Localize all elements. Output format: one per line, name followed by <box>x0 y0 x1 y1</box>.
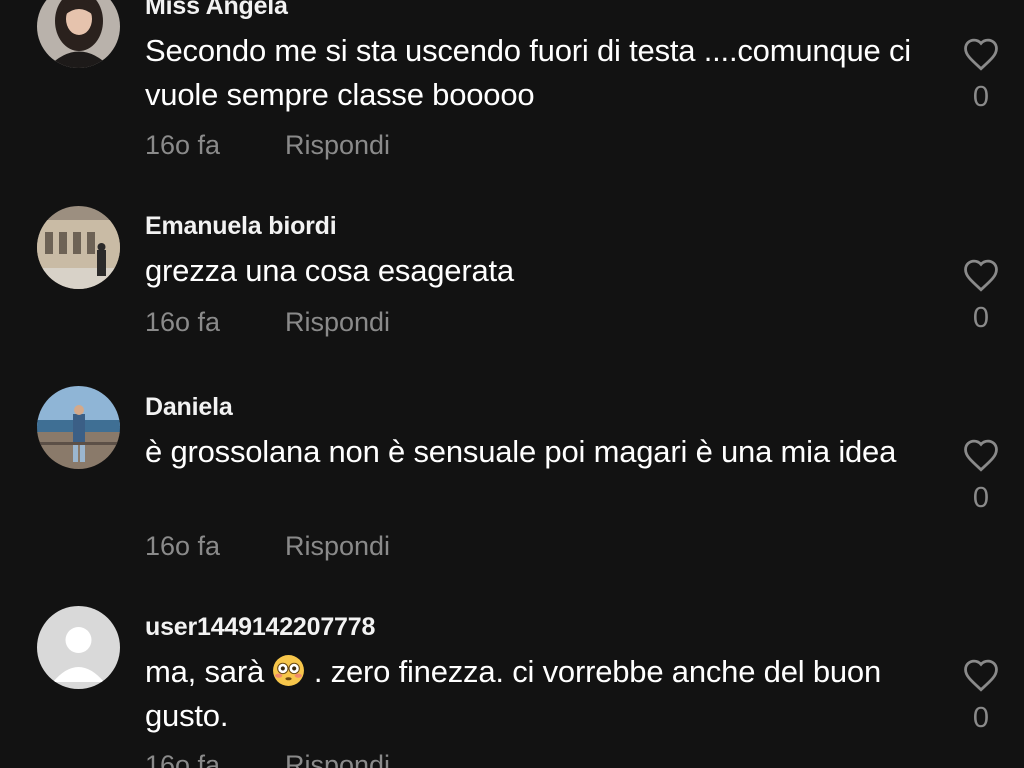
comment-meta: 16o fa Rispondi <box>145 307 390 338</box>
avatar[interactable] <box>37 206 120 289</box>
like-control[interactable]: 0 <box>958 658 1004 735</box>
comment-text: grezza una cosa esagerata <box>145 253 514 288</box>
comment-text: è grossolana non è sensuale poi magari è… <box>145 434 897 469</box>
heart-icon[interactable] <box>962 658 1000 692</box>
seaside-photo-avatar <box>37 386 120 469</box>
timestamp: 16o fa <box>145 307 221 337</box>
like-count: 0 <box>972 482 990 514</box>
comment-text-part: ma, sarà <box>145 654 273 689</box>
reply-button[interactable]: Rispondi <box>285 531 390 561</box>
like-control[interactable]: 0 <box>958 258 1004 335</box>
timestamp: 16o fa <box>145 531 221 561</box>
timestamp: 16o fa <box>145 130 221 160</box>
reply-button[interactable]: Rispondi <box>285 307 390 337</box>
comment-meta: 16o fa Rispondi <box>145 130 390 161</box>
like-count: 0 <box>972 302 990 334</box>
like-count: 0 <box>972 702 990 734</box>
default-user-avatar <box>37 606 120 689</box>
reply-button[interactable]: Rispondi <box>285 130 390 160</box>
comment-text: Secondo me si sta uscendo fuori di testa… <box>145 33 911 112</box>
like-control[interactable]: 0 <box>958 37 1004 114</box>
username[interactable]: Miss Angela <box>145 0 288 21</box>
heart-icon[interactable] <box>962 37 1000 71</box>
comment-meta: 16o fa Rispondi <box>145 750 390 768</box>
woman-portrait-avatar <box>37 0 120 68</box>
heart-icon[interactable] <box>962 438 1000 472</box>
comment-text: ma, sarà . zero finezza. ci vorrebbe anc… <box>145 650 925 738</box>
comment-list: Miss Angela Secondo me si sta uscendo fu… <box>0 0 1024 768</box>
avatar[interactable] <box>37 386 120 469</box>
comment-meta: 16o fa Rispondi <box>145 531 390 562</box>
building-photo-avatar <box>37 206 120 289</box>
username[interactable]: Emanuela biordi <box>145 212 337 241</box>
heart-icon[interactable] <box>962 258 1000 292</box>
username[interactable]: user1449142207778 <box>145 613 375 642</box>
like-count: 0 <box>972 81 990 113</box>
reply-button[interactable]: Rispondi <box>285 750 390 768</box>
username[interactable]: Daniela <box>145 393 233 422</box>
like-control[interactable]: 0 <box>958 438 1004 515</box>
avatar[interactable] <box>37 606 120 689</box>
timestamp: 16o fa <box>145 750 221 768</box>
avatar[interactable] <box>37 0 120 68</box>
flushed-face-emoji <box>273 655 305 686</box>
